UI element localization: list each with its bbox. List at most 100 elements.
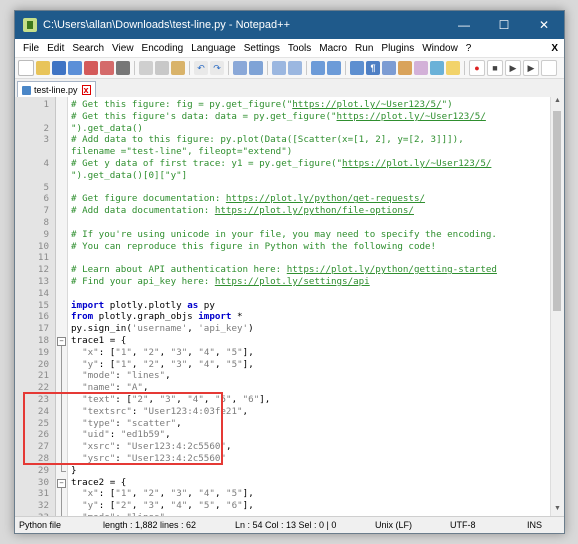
folder-workspace-icon[interactable] — [430, 61, 444, 75]
line-number: 15 — [37, 299, 49, 311]
run-macro-multiple-icon[interactable]: ▶ — [523, 60, 539, 76]
code-line[interactable]: # Get figure documentation: https://plot… — [68, 193, 564, 205]
code-line[interactable]: trace2 = { — [68, 477, 564, 489]
show-all-characters-icon[interactable]: ¶ — [366, 61, 380, 75]
minimize-button[interactable]: — — [444, 11, 484, 39]
code-line[interactable]: from plotly.graph_objs import * — [68, 311, 564, 323]
new-file-icon[interactable] — [18, 60, 34, 76]
code-line[interactable]: trace1 = { — [68, 335, 564, 347]
line-number — [15, 170, 55, 182]
close-tab-icon[interactable]: x — [81, 85, 91, 95]
code-line[interactable]: "uid": "ed1b59", — [68, 429, 564, 441]
code-line[interactable]: # Get this figure's data: data = py.get_… — [68, 111, 564, 123]
code-line[interactable]: "text": ["2", "3", "4", "5", "6"], — [68, 394, 564, 406]
cut-icon[interactable] — [139, 61, 153, 75]
code-line[interactable]: # If you're using unicode in your file, … — [68, 229, 564, 241]
code-line[interactable]: "x": ["1", "2", "3", "4", "5"], — [68, 347, 564, 359]
menu-language[interactable]: Language — [187, 43, 240, 54]
scroll-up-icon[interactable]: ▲ — [551, 97, 564, 109]
menu-file[interactable]: File — [19, 43, 43, 54]
replace-icon[interactable] — [249, 61, 263, 75]
code-line[interactable]: # Learn about API authentication here: h… — [68, 264, 564, 276]
menu-tools[interactable]: Tools — [284, 43, 315, 54]
line-number: 28 — [37, 452, 49, 464]
zoom-out-icon[interactable] — [288, 61, 302, 75]
menu-encoding[interactable]: Encoding — [138, 43, 188, 54]
code-line[interactable]: # Get this figure: fig = py.get_figure("… — [68, 99, 564, 111]
code-line[interactable]: "y": ["2", "3", "4", "5", "6"], — [68, 500, 564, 512]
code-line[interactable] — [68, 252, 564, 264]
code-line[interactable]: # Add data to this figure: py.plot(Data(… — [68, 134, 564, 146]
code-line[interactable]: "name": "A", — [68, 382, 564, 394]
monitoring-icon[interactable] — [446, 61, 460, 75]
sync-horizontal-icon[interactable] — [327, 61, 341, 75]
open-file-icon[interactable] — [36, 61, 50, 75]
code-line[interactable]: "xsrc": "User123:4:2c5560", — [68, 441, 564, 453]
code-line[interactable]: import plotly.plotly as py — [68, 300, 564, 312]
code-line[interactable]: # Add data documentation: https://plot.l… — [68, 205, 564, 217]
menu-view[interactable]: View — [108, 43, 138, 54]
close-document-button[interactable]: X — [551, 43, 558, 54]
save-macro-icon[interactable] — [541, 60, 557, 76]
code-line[interactable]: # You can reproduce this figure in Pytho… — [68, 241, 564, 253]
function-list-icon[interactable] — [414, 61, 428, 75]
save-icon[interactable] — [52, 61, 66, 75]
scrollbar-thumb[interactable] — [553, 111, 561, 311]
tab-test-line-py[interactable]: test-line.py x — [17, 81, 96, 98]
code-line[interactable]: "ysrc": "User123:4:2c5560" — [68, 453, 564, 465]
menu-help[interactable]: ? — [462, 43, 476, 54]
redo-icon[interactable]: ↷ — [210, 61, 224, 75]
copy-icon[interactable] — [155, 61, 169, 75]
code-line[interactable]: ").get_data()[0]["y"] — [68, 170, 564, 182]
play-macro-icon[interactable]: ▶ — [505, 60, 521, 76]
code-editor[interactable]: 1 2 3 4 5 6 7 8 9 10 11 12 13 14 15 16 17 18 19 20 21 22 23 24 2… — [15, 97, 564, 517]
line-number: 19 — [37, 346, 49, 358]
menu-settings[interactable]: Settings — [240, 43, 284, 54]
indent-guide-icon[interactable] — [382, 61, 396, 75]
print-icon[interactable] — [116, 61, 130, 75]
find-icon[interactable] — [233, 61, 247, 75]
close-all-icon[interactable] — [100, 61, 114, 75]
menu-run[interactable]: Run — [351, 43, 377, 54]
undo-icon[interactable]: ↶ — [194, 61, 208, 75]
code-area[interactable]: # Get this figure: fig = py.get_figure("… — [68, 97, 564, 517]
code-line[interactable]: "textsrc": "User123:4:03fe21", — [68, 406, 564, 418]
fold-margin[interactable]: − − — [56, 97, 68, 517]
menu-macro[interactable]: Macro — [315, 43, 351, 54]
code-line[interactable]: } — [68, 465, 564, 477]
vertical-scrollbar[interactable]: ▲ ▼ — [550, 97, 564, 517]
code-line[interactable]: ").get_data() — [68, 123, 564, 135]
code-line[interactable] — [68, 217, 564, 229]
menu-edit[interactable]: Edit — [43, 43, 68, 54]
code-line[interactable]: "x": ["1", "2", "3", "4", "5"], — [68, 488, 564, 500]
save-all-icon[interactable] — [68, 61, 82, 75]
maximize-button[interactable]: ☐ — [484, 11, 524, 39]
code-line[interactable]: "type": "scatter", — [68, 418, 564, 430]
menu-window[interactable]: Window — [418, 43, 462, 54]
close-window-button[interactable]: ✕ — [524, 11, 564, 39]
close-file-icon[interactable] — [84, 61, 98, 75]
code-line[interactable] — [68, 182, 564, 194]
title-bar[interactable]: C:\Users\allan\Downloads\test-line.py - … — [15, 11, 564, 39]
stop-macro-icon[interactable]: ■ — [487, 60, 503, 76]
code-line[interactable]: "mode": "lines", — [68, 370, 564, 382]
line-number: 8 — [43, 216, 49, 228]
line-number: 10 — [37, 240, 49, 252]
menu-search[interactable]: Search — [68, 43, 108, 54]
sync-scroll-icon[interactable] — [311, 61, 325, 75]
code-line[interactable]: # Get y data of first trace: y1 = py.get… — [68, 158, 564, 170]
fold-toggle-icon[interactable]: − — [57, 478, 66, 488]
word-wrap-icon[interactable] — [350, 61, 364, 75]
code-line[interactable]: "y": ["1", "2", "3", "4", "5"], — [68, 359, 564, 371]
zoom-in-icon[interactable] — [272, 61, 286, 75]
fold-toggle-icon[interactable]: − — [57, 337, 66, 346]
code-line[interactable]: py.sign_in('username', 'api_key') — [68, 323, 564, 335]
code-line[interactable]: # Find your api_key here: https://plot.l… — [68, 276, 564, 288]
record-macro-icon[interactable]: ● — [469, 60, 485, 76]
document-map-icon[interactable] — [398, 61, 412, 75]
code-line[interactable] — [68, 288, 564, 300]
menu-plugins[interactable]: Plugins — [377, 43, 418, 54]
code-line[interactable]: filename ="test-line", fileopt="extend") — [68, 146, 564, 158]
status-insert-mode: INS — [527, 520, 543, 530]
paste-icon[interactable] — [171, 61, 185, 75]
